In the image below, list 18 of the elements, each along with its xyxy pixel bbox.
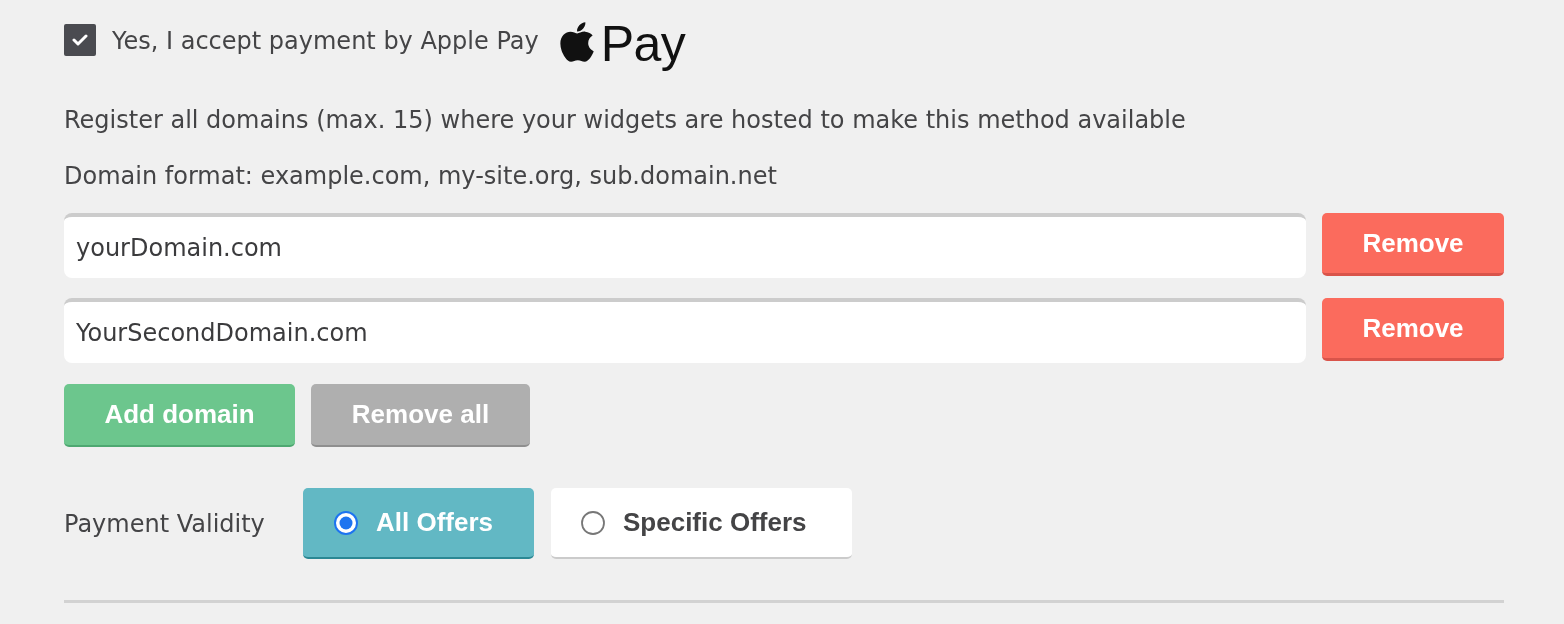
field-label: Payment Validity	[64, 509, 266, 538]
instruction-text: Register all domains (max. 15) where your widgets are hosted to make this method available	[64, 105, 1187, 135]
radio-icon[interactable]	[334, 510, 358, 535]
remove-button[interactable]: Remove	[1322, 298, 1504, 361]
radio-icon[interactable]	[581, 510, 605, 535]
apple-icon	[559, 20, 594, 62]
remove-button[interactable]: Remove	[1322, 213, 1504, 276]
checkbox[interactable]	[64, 24, 96, 56]
remove-all-button[interactable]: Remove all	[311, 384, 530, 447]
add-domain-button[interactable]: Add domain	[64, 384, 295, 447]
option-button[interactable]: Specific Offers	[551, 488, 852, 559]
logo-text: Pay	[600, 18, 686, 70]
checkbox-label: Yes, I accept payment by Apple Pay	[112, 27, 539, 55]
domain-input[interactable]: yourDomain.com	[64, 213, 1306, 278]
option-button[interactable]: All Offers	[303, 488, 534, 559]
domain-input[interactable]: YourSecondDomain.com	[64, 298, 1306, 363]
check-icon	[72, 34, 88, 46]
instruction-text: Domain format: example.com, my-site.org, sub.domain.net	[64, 161, 778, 191]
